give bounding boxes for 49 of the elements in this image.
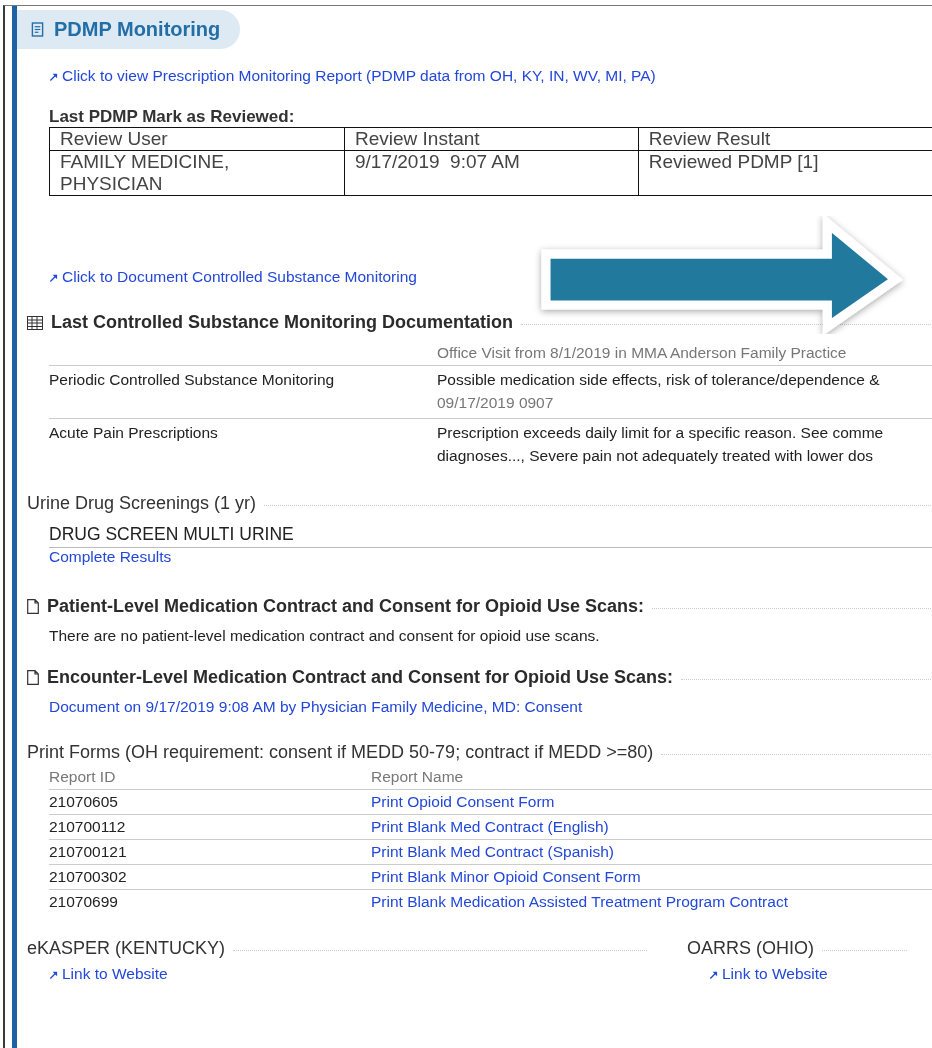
table-cell: 21070699 xyxy=(49,893,118,911)
table-cell-text: Acute Pain Prescriptions xyxy=(49,423,219,443)
table-cell-text: Possible medication side effects, risk of tolerance/dependence & xyxy=(437,370,880,390)
print-form-link[interactable]: Print Blank Med Contract (English) xyxy=(371,818,609,836)
timestamp: 09/17/2019 0907 xyxy=(437,393,554,413)
message-text: There are no patient-level medication contract and consent for opioid use scans. xyxy=(49,627,600,645)
page-icon xyxy=(27,599,39,614)
page-icon xyxy=(27,670,39,685)
column-header: Review Result xyxy=(638,127,932,151)
test-name: DRUG SCREEN MULTI URINE xyxy=(49,524,932,548)
column-header: Review Instant xyxy=(344,127,639,151)
document-icon xyxy=(31,22,44,37)
column-header: Report ID xyxy=(49,768,116,786)
table-cell-text: diagnoses..., Severe pain not adequately treated with lower dos xyxy=(437,446,873,466)
table-cell-text: Prescription exceeds daily limit for a specific reason. See comme xyxy=(437,423,884,443)
section-heading: Encounter-Level Medication Contract and Consent for Opioid Use Scans: xyxy=(47,667,674,688)
table-cell-text: Periodic Controlled Substance Monitoring xyxy=(49,370,336,390)
table-heading: Last PDMP Mark as Reviewed: xyxy=(49,107,295,127)
section-heading: OARRS (OHIO) xyxy=(687,938,814,959)
external-link-icon xyxy=(49,71,58,81)
print-form-link[interactable]: Print Opioid Consent Form xyxy=(371,793,555,811)
table-icon xyxy=(27,315,43,330)
column-header: Report Name xyxy=(371,768,464,786)
website-link[interactable]: Link to Website xyxy=(49,965,168,983)
report-link[interactable]: Click to view Prescription Monitoring Report (PDMP data from OH, KY, IN, WV, MI, PA) xyxy=(49,67,656,85)
print-form-link[interactable]: Print Blank Med Contract (Spanish) xyxy=(371,843,614,861)
external-link-icon xyxy=(49,969,58,979)
table-cell: 210700121 xyxy=(49,843,127,861)
table-cell: 9/17/2019 9:07 AM xyxy=(344,150,639,196)
table-cell: FAMILY MEDICINE, PHYSICIAN xyxy=(49,150,345,196)
section-heading: eKASPER (KENTUCKY) xyxy=(27,938,226,959)
results-link[interactable]: Complete Results xyxy=(49,548,172,566)
section-title: PDMP Monitoring xyxy=(54,18,221,41)
section-heading: Print Forms (OH requirement: consent if MEDD 50-79; contract if MEDD >=80) xyxy=(27,742,654,763)
section-heading: Urine Drug Screenings (1 yr) xyxy=(27,493,257,514)
document-link[interactable]: Document on 9/17/2019 9:08 AM by Physician Family Medicine, MD: Consent xyxy=(49,698,583,716)
section-heading: Last Controlled Substance Monitoring Documentation xyxy=(51,312,513,333)
print-form-link[interactable]: Print Blank Minor Opioid Consent Form xyxy=(371,868,641,886)
section-heading: Patient-Level Medication Contract and Consent for Opioid Use Scans: xyxy=(47,596,645,617)
table-cell: 210700302 xyxy=(49,868,127,886)
external-link-icon xyxy=(49,272,58,282)
website-link[interactable]: Link to Website xyxy=(709,965,828,983)
print-form-link[interactable]: Print Blank Medication Assisted Treatment Program Contract xyxy=(371,893,788,911)
encounter-label: Office Visit from 8/1/2019 in MMA Anderson Family Practice xyxy=(437,343,848,363)
column-header: Review User xyxy=(49,127,345,151)
document-link[interactable]: Click to Document Controlled Substance Monitoring xyxy=(49,268,417,286)
table-cell: 210700112 xyxy=(49,818,126,836)
table-cell: 21070605 xyxy=(49,793,118,811)
external-link-icon xyxy=(709,969,718,979)
